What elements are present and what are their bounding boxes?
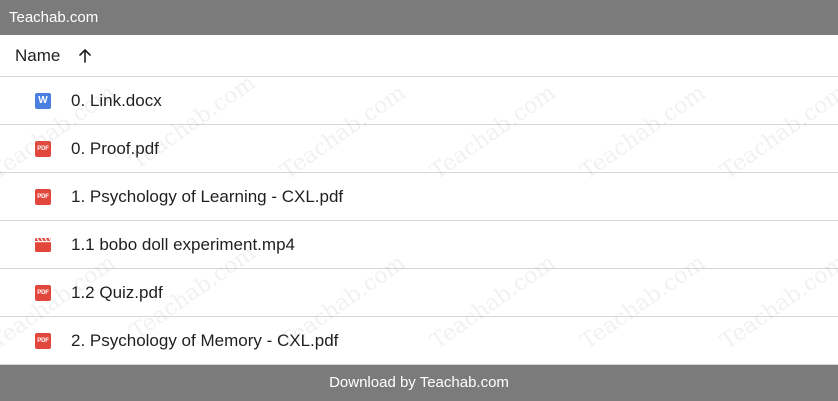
file-name: 0. Proof.pdf — [71, 138, 159, 158]
word-doc-icon: W — [35, 92, 51, 109]
file-name: 0. Link.docx — [71, 90, 162, 110]
file-name: 2. Psychology of Memory - CXL.pdf — [71, 330, 339, 350]
file-list: W 0. Link.docx PDF 0. Proof.pdf PDF 1. P… — [0, 77, 838, 365]
top-bar: Teachab.com — [0, 0, 838, 35]
file-row[interactable]: PDF 0. Proof.pdf — [0, 125, 838, 173]
file-row[interactable]: 1.1 bobo doll experiment.mp4 — [0, 221, 838, 269]
column-header-row: Name — [0, 35, 838, 77]
pdf-icon: PDF — [35, 188, 51, 205]
file-name: 1.1 bobo doll experiment.mp4 — [71, 234, 295, 254]
pdf-icon: PDF — [35, 284, 51, 301]
arrow-up-icon[interactable] — [78, 48, 92, 64]
site-title: Teachab.com — [9, 9, 99, 26]
pdf-icon: PDF — [35, 332, 51, 349]
file-name: 1.2 Quiz.pdf — [71, 282, 163, 302]
file-row[interactable]: PDF 2. Psychology of Memory - CXL.pdf — [0, 317, 838, 365]
file-row[interactable]: PDF 1.2 Quiz.pdf — [0, 269, 838, 317]
file-row[interactable]: PDF 1. Psychology of Learning - CXL.pdf — [0, 173, 838, 221]
file-row[interactable]: W 0. Link.docx — [0, 77, 838, 125]
video-icon — [35, 237, 51, 253]
footer-text: Download by Teachab.com — [329, 374, 509, 391]
name-column-header[interactable]: Name — [15, 46, 60, 66]
file-browser-page: Teachab.com Name W 0. Link.docx PDF 0. P… — [0, 0, 838, 401]
file-name: 1. Psychology of Learning - CXL.pdf — [71, 186, 344, 206]
footer-bar: Download by Teachab.com — [0, 365, 838, 401]
pdf-icon: PDF — [35, 140, 51, 157]
